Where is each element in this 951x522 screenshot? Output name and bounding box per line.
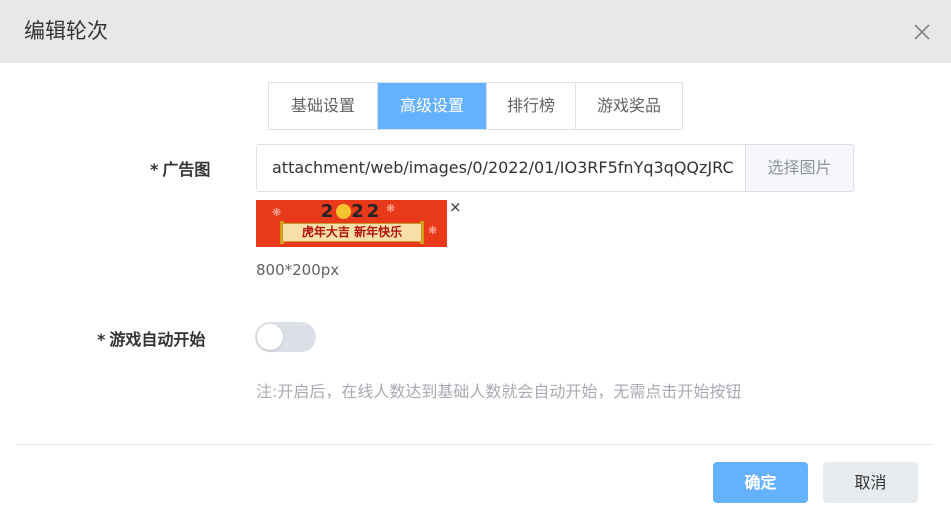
auto-start-note: 注:开启后，在线人数达到基础人数就会自动开始，无需点击开始按钮: [256, 382, 742, 401]
banner-year: 2 22: [320, 201, 383, 222]
remove-image-icon[interactable]: ×: [449, 199, 462, 215]
dialog-title: 编辑轮次: [24, 19, 108, 43]
banner-greeting: 虎年大吉 新年快乐: [282, 223, 422, 242]
tab-leaderboard[interactable]: 排行榜: [486, 83, 575, 129]
ad-image-path-input[interactable]: attachment/web/images/0/2022/01/IO3RF5fn…: [256, 144, 746, 192]
tab-basic-settings[interactable]: 基础设置: [269, 83, 377, 129]
toggle-knob: [257, 324, 283, 350]
flower-decoration: ❋: [428, 224, 438, 237]
required-mark: *: [97, 330, 106, 349]
auto-start-toggle[interactable]: [255, 322, 316, 352]
tab-advanced-settings[interactable]: 高级设置: [377, 83, 486, 129]
auto-start-label: * 游戏自动开始: [97, 326, 205, 350]
close-icon[interactable]: [910, 20, 934, 44]
required-mark: *: [150, 160, 159, 179]
tab-game-prizes[interactable]: 游戏奖品: [575, 83, 682, 129]
auto-start-label-text: 游戏自动开始: [109, 330, 206, 349]
ad-image-label-text: 广告图: [162, 160, 211, 179]
ad-image-preview: ❋ ❋ ❋ 2 22 虎年大吉 新年快乐: [256, 200, 447, 247]
confirm-button[interactable]: 确定: [713, 462, 808, 503]
ad-image-label: * 广告图: [150, 156, 210, 180]
dialog-header: 编辑轮次: [0, 0, 951, 63]
choose-image-button[interactable]: 选择图片: [745, 144, 854, 192]
footer-divider: [17, 444, 934, 445]
cancel-button[interactable]: 取消: [823, 462, 918, 503]
tiger-icon: [336, 204, 352, 219]
image-size-hint: 800*200px: [256, 261, 340, 279]
settings-tabs: 基础设置 高级设置 排行榜 游戏奖品: [268, 82, 683, 130]
